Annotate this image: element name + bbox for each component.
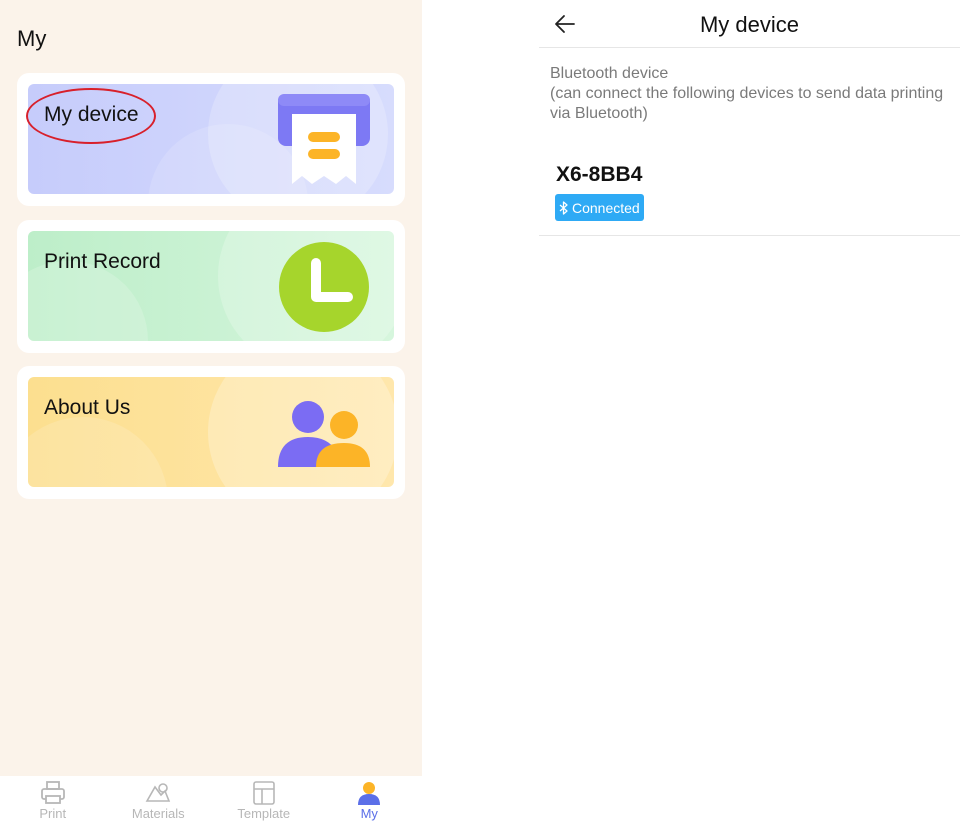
bottom-nav: Print Materials Template My xyxy=(0,776,422,822)
bluetooth-icon xyxy=(559,200,568,215)
nav-label-materials: Materials xyxy=(131,806,185,821)
nav-item-print[interactable]: Print xyxy=(0,776,106,822)
section-heading: Bluetooth device xyxy=(550,65,669,82)
device-name: X6-8BB4 xyxy=(556,163,643,186)
about-us-card[interactable]: About Us xyxy=(28,377,394,487)
my-page: My My device Print Record About Us Print… xyxy=(0,0,422,822)
nav-label-print: Print xyxy=(39,806,67,821)
nav-item-template[interactable]: Template xyxy=(211,776,317,822)
section-subtext: (can connect the following devices to se… xyxy=(550,85,944,122)
receipt-printer-icon xyxy=(278,94,370,184)
nav-item-my[interactable]: My xyxy=(317,776,423,822)
status-badge: Connected xyxy=(555,194,644,221)
my-device-card-wrapper: My device xyxy=(17,73,405,206)
device-list-item[interactable]: X6-8BB4 Connected xyxy=(539,150,960,236)
my-device-page: My device Bluetooth device (can connect … xyxy=(539,0,960,822)
nav-label-my: My xyxy=(360,806,378,821)
about-us-label: About Us xyxy=(44,396,131,419)
template-icon xyxy=(252,781,275,805)
print-record-label: Print Record xyxy=(44,250,161,273)
about-us-card-wrapper: About Us xyxy=(17,366,405,499)
nav-item-materials[interactable]: Materials xyxy=(106,776,212,822)
my-device-card[interactable]: My device xyxy=(28,84,394,194)
page-title: My xyxy=(17,26,47,51)
clock-icon xyxy=(279,242,369,332)
page-title: My device xyxy=(699,12,800,37)
status-text: Connected xyxy=(572,199,640,216)
bluetooth-section-description: Bluetooth device (can connect the follow… xyxy=(550,64,950,124)
my-device-label: My device xyxy=(44,103,139,126)
printer-icon xyxy=(40,781,65,804)
print-record-card-wrapper: Print Record xyxy=(17,220,405,353)
print-record-card[interactable]: Print Record xyxy=(28,231,394,341)
nav-label-template: Template xyxy=(237,806,291,821)
user-icon xyxy=(358,782,381,805)
materials-icon xyxy=(145,783,171,802)
top-bar: My device xyxy=(539,0,960,48)
users-icon xyxy=(278,401,370,467)
